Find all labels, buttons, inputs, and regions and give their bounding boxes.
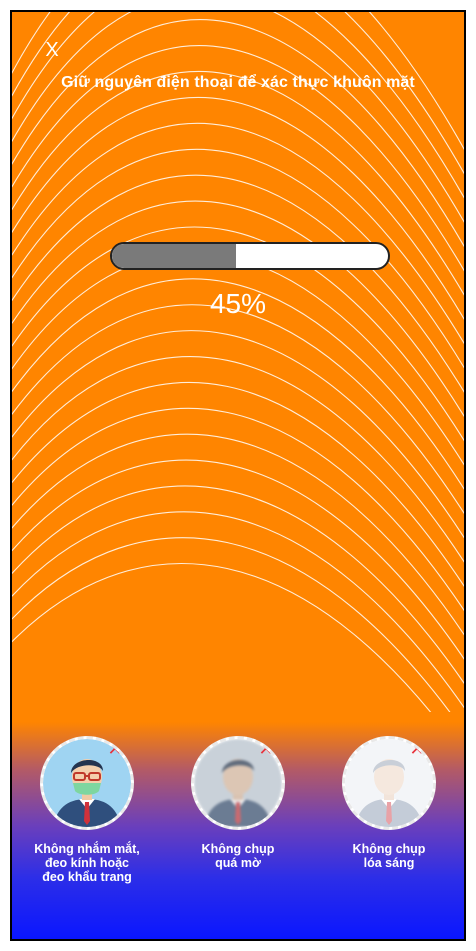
progress-fill (112, 244, 237, 268)
blurry-face-icon: ✕ (191, 736, 285, 830)
tip-not-overexposed: ✕ Không chụp lóa sáng (314, 732, 464, 870)
wave-line (12, 356, 464, 563)
wave-line (12, 12, 464, 223)
tip-label: Không chụp lóa sáng (352, 842, 426, 870)
not-allowed-icon: ✕ (409, 739, 425, 759)
tip-label: Không nhắm mắt, đeo kính hoặc đeo khẩu t… (34, 842, 140, 884)
wave-line (12, 433, 464, 636)
not-allowed-icon: ✕ (258, 739, 274, 759)
face-with-glasses-mask-icon: ✕ (40, 736, 134, 830)
tip-label: Không chụp quá mờ (201, 842, 275, 870)
wave-line (12, 382, 464, 587)
wave-line (12, 562, 431, 712)
not-allowed-icon: ✕ (107, 739, 123, 759)
wave-line (12, 200, 464, 418)
close-button[interactable]: X (40, 38, 64, 62)
progress-percent: 45% (209, 288, 267, 319)
wave-line (12, 459, 464, 660)
decorative-wave-lines (12, 12, 464, 712)
wave-line (12, 148, 464, 369)
tip-not-blurry: ✕ Không chụp quá mờ (163, 732, 313, 870)
photo-tips: ✕ Không nhắm mắt, đeo kính hoặc đeo khẩu… (12, 732, 464, 932)
wave-line (12, 407, 464, 612)
tip-no-glasses-mask: ✕ Không nhắm mắt, đeo kính hoặc đeo khẩu… (12, 732, 162, 884)
wave-line (12, 511, 464, 709)
progress-bar (110, 242, 390, 270)
overexposed-face-icon: ✕ (342, 736, 436, 830)
instruction-text: Giữ nguyên điện thoại để xác thực khuôn … (61, 74, 415, 91)
wave-line (12, 12, 464, 175)
wave-line (12, 304, 464, 515)
face-verification-screen: X Giữ nguyên điện thoại để xác thực khuô… (10, 10, 466, 941)
wave-line (12, 330, 464, 539)
wave-line (12, 19, 464, 248)
